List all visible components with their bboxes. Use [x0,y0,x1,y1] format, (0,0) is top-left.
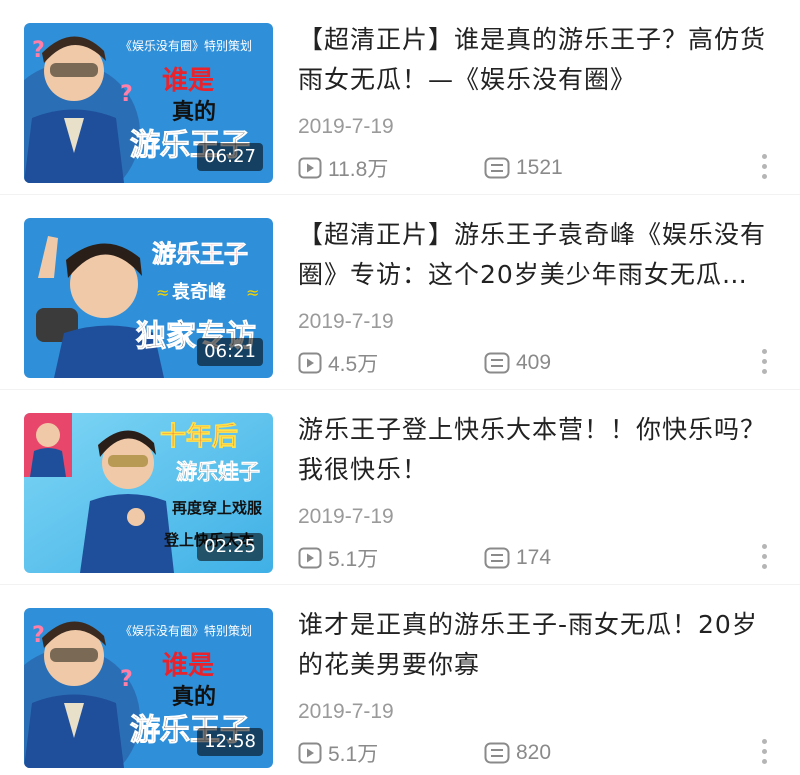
video-list: ? ? 《娱乐没有圈》特别策划 谁是 真的 游乐王子 06:27 【超清正片】谁… [0,0,800,775]
video-title[interactable]: 【超清正片】谁是真的游乐王子？高仿货雨女无瓜！—《娱乐没有圈》 [298,20,776,100]
more-menu-icon[interactable] [754,343,774,379]
thumb-caption: 再度穿上戏服 [172,499,263,517]
view-count: 5.1万 [298,735,378,771]
video-title[interactable]: 谁才是正真的游乐王子-雨女无瓜！20岁的花美男要你寡 [298,605,776,685]
comment-count-value: 1521 [516,156,563,179]
video-date: 2019-7-19 [298,505,394,528]
comment-count: 1521 [484,150,563,186]
video-stats: 5.1万 820 [298,735,778,771]
view-count-value: 5.1万 [328,548,379,571]
play-count-icon [298,547,322,569]
play-count-icon [298,352,322,374]
svg-text:≈: ≈ [156,283,169,302]
more-menu-icon[interactable] [754,148,774,184]
thumb-caption: 真的 [172,99,216,125]
video-list-item[interactable]: ? ? 《娱乐没有圈》特别策划 谁是 真的 游乐王子 12:58 谁才是正真的游… [0,585,800,775]
thumb-caption: 游乐王子 [152,240,248,268]
video-date: 2019-7-19 [298,700,394,723]
comment-count-icon [484,352,510,374]
svg-text:?: ? [32,623,45,648]
view-count: 4.5万 [298,345,378,381]
more-menu-icon[interactable] [754,733,774,769]
more-menu-icon[interactable] [754,538,774,574]
thumb-caption: 《娱乐没有圈》特别策划 [120,623,252,638]
video-list-item[interactable]: ? ? 《娱乐没有圈》特别策划 谁是 真的 游乐王子 06:27 【超清正片】谁… [0,0,800,194]
view-count: 5.1万 [298,540,378,576]
thumb-caption: 游乐娃子 [176,460,260,484]
svg-text:≈: ≈ [246,283,259,302]
thumb-caption: 十年后 [160,421,238,452]
view-count: 11.8万 [298,150,388,186]
svg-text:?: ? [32,38,45,63]
comment-count: 409 [484,345,551,381]
view-count-value: 4.5万 [328,353,379,376]
comment-count-value: 409 [516,351,552,374]
video-stats: 11.8万 1521 [298,150,778,186]
comment-count-icon [484,157,510,179]
video-stats: 4.5万 409 [298,345,778,381]
svg-text:?: ? [120,667,133,692]
video-duration: 12:58 [197,728,263,756]
video-date: 2019-7-19 [298,310,394,333]
video-thumbnail[interactable]: 游乐王子 袁奇峰 ≈ ≈ 独家专访 06:21 [24,218,273,378]
video-list-item[interactable]: 十年后 游乐娃子 再度穿上戏服 登上快乐大本 02:25 游乐王子登上快乐大本营… [0,390,800,584]
play-count-icon [298,742,322,764]
thumb-caption: 真的 [172,684,216,710]
comment-count-value: 820 [516,741,552,764]
video-list-item[interactable]: 游乐王子 袁奇峰 ≈ ≈ 独家专访 06:21 【超清正片】游乐王子袁奇峰《娱乐… [0,195,800,389]
video-title[interactable]: 游乐王子登上快乐大本营！！你快乐吗？我很快乐！ [298,410,776,490]
play-count-icon [298,157,322,179]
view-count-value: 11.8万 [328,158,389,181]
video-thumbnail[interactable]: ? ? 《娱乐没有圈》特别策划 谁是 真的 游乐王子 06:27 [24,23,273,183]
comment-count-icon [484,742,510,764]
svg-text:?: ? [120,82,133,107]
video-date: 2019-7-19 [298,115,394,138]
thumb-caption: 谁是 [162,651,214,681]
video-duration: 06:21 [197,338,263,366]
comment-count: 820 [484,735,551,771]
video-thumbnail[interactable]: ? ? 《娱乐没有圈》特别策划 谁是 真的 游乐王子 12:58 [24,608,273,768]
video-thumbnail[interactable]: 十年后 游乐娃子 再度穿上戏服 登上快乐大本 02:25 [24,413,273,573]
thumb-caption: 谁是 [162,66,214,96]
video-title[interactable]: 【超清正片】游乐王子袁奇峰《娱乐没有圈》专访：这个20岁美少年雨女无瓜… [298,215,776,295]
video-duration: 06:27 [197,143,263,171]
thumb-caption: 袁奇峰 [171,281,227,303]
comment-count-value: 174 [516,546,552,569]
comment-count: 174 [484,540,551,576]
thumb-caption: 《娱乐没有圈》特别策划 [120,38,252,53]
video-stats: 5.1万 174 [298,540,778,576]
video-duration: 02:25 [197,533,263,561]
view-count-value: 5.1万 [328,743,379,766]
comment-count-icon [484,547,510,569]
